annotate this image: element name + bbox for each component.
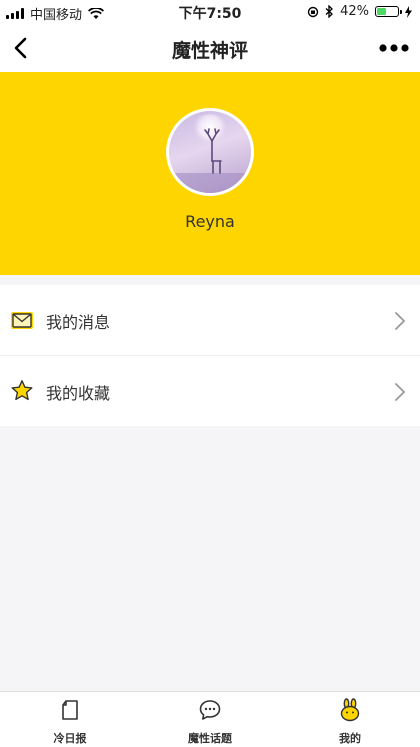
charging-icon bbox=[405, 5, 412, 18]
star-icon bbox=[11, 380, 33, 401]
profile-header: Reyna bbox=[0, 72, 420, 275]
chevron-right-icon bbox=[395, 312, 406, 330]
page-icon bbox=[62, 700, 78, 720]
status-bar: 中国移动 下午7:50 42% bbox=[0, 0, 420, 24]
battery-level bbox=[377, 8, 387, 15]
tab-label: 我的 bbox=[339, 732, 361, 745]
tab-label: 魔性话题 bbox=[188, 732, 232, 745]
rabbit-icon bbox=[340, 698, 360, 722]
tab-bar: 冷日报 魔性话题 我的 bbox=[0, 691, 420, 747]
deer-avatar-image bbox=[169, 114, 251, 193]
status-right: 42% bbox=[307, 4, 412, 19]
bluetooth-icon bbox=[325, 5, 334, 18]
menu-item-label: 我的消息 bbox=[46, 313, 111, 332]
battery-icon bbox=[375, 6, 402, 17]
tab-topics[interactable]: 魔性话题 bbox=[140, 692, 280, 747]
menu-item-messages[interactable]: 我的消息 bbox=[0, 285, 420, 355]
chevron-right-icon bbox=[395, 383, 406, 401]
more-options-icon[interactable] bbox=[378, 38, 410, 58]
page-title: 魔性神评 bbox=[171, 40, 248, 62]
chat-bubble-icon bbox=[199, 700, 221, 720]
menu-item-favorites[interactable]: 我的收藏 bbox=[0, 355, 420, 426]
tab-mine[interactable]: 我的 bbox=[280, 692, 420, 747]
tab-label: 冷日报 bbox=[53, 732, 87, 745]
username: Reyna bbox=[185, 212, 235, 231]
menu-item-label: 我的收藏 bbox=[46, 384, 111, 403]
nav-bar: 魔性神评 bbox=[0, 24, 420, 72]
orientation-lock-icon bbox=[307, 6, 319, 17]
battery-percent: 42% bbox=[340, 4, 369, 19]
menu-list: 我的消息 我的收藏 bbox=[0, 285, 420, 426]
envelope-icon bbox=[11, 312, 33, 329]
avatar[interactable] bbox=[166, 108, 254, 196]
tab-daily[interactable]: 冷日报 bbox=[0, 692, 140, 747]
